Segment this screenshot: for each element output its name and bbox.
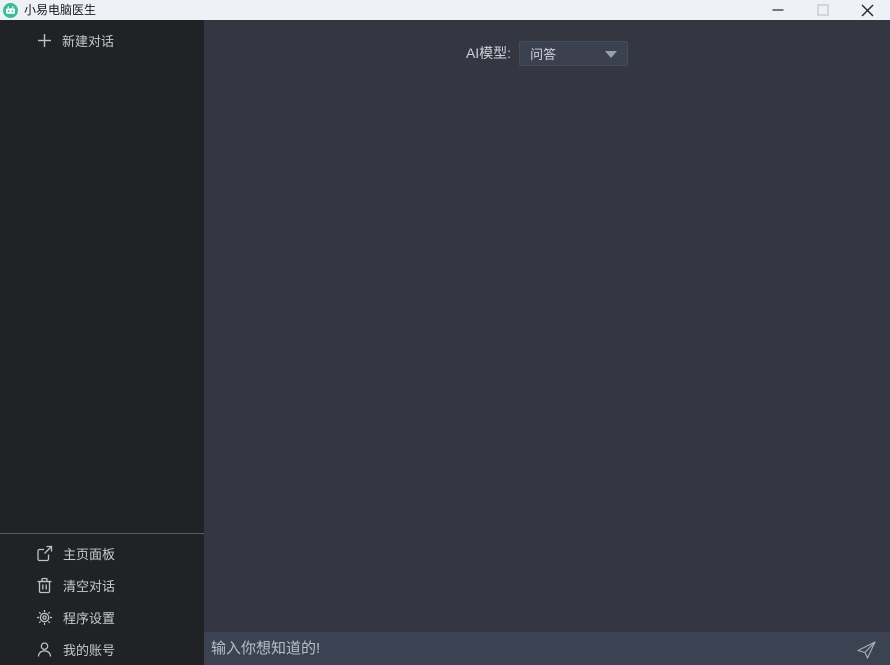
chat-message-area (204, 66, 890, 632)
sidebar-item-clear-chat[interactable]: 清空对话 (0, 569, 204, 601)
send-button[interactable] (854, 637, 878, 661)
new-chat-button[interactable]: 新建对话 (0, 20, 204, 60)
sidebar: 新建对话 主页面板 清空对话 (0, 20, 204, 665)
chevron-down-icon (605, 51, 617, 58)
external-link-icon (36, 545, 53, 562)
paper-plane-icon (855, 638, 877, 660)
robot-face-icon (3, 3, 18, 18)
composer-bar (204, 632, 890, 665)
sidebar-item-settings[interactable]: 程序设置 (0, 601, 204, 633)
user-icon (36, 641, 53, 658)
close-icon (861, 4, 874, 17)
sidebar-menu: 主页面板 清空对话 (0, 534, 204, 665)
sidebar-spacer (0, 60, 204, 533)
window-title: 小易电脑医生 (24, 0, 96, 20)
sidebar-item-label: 清空对话 (63, 576, 115, 595)
maximize-button[interactable] (800, 0, 845, 20)
model-label: AI模型: (466, 43, 511, 63)
maximize-icon (817, 4, 829, 16)
titlebar: 小易电脑医生 (0, 0, 890, 20)
model-dropdown[interactable]: 问答 (519, 41, 628, 66)
model-dropdown-value: 问答 (530, 44, 556, 63)
new-chat-label: 新建对话 (62, 31, 114, 50)
minimize-button[interactable] (755, 0, 800, 20)
close-button[interactable] (845, 0, 890, 20)
composer-input[interactable] (208, 632, 854, 665)
trash-icon (36, 577, 53, 594)
minimize-icon (772, 4, 784, 16)
sidebar-item-label: 我的账号 (63, 640, 115, 659)
sidebar-item-home-panel[interactable]: 主页面板 (0, 537, 204, 569)
window-controls (755, 0, 890, 20)
model-row: AI模型: 问答 (204, 40, 890, 66)
sidebar-item-my-account[interactable]: 我的账号 (0, 633, 204, 665)
main-panel: AI模型: 问答 (204, 20, 890, 665)
sidebar-item-label: 程序设置 (63, 608, 115, 627)
app-body: 新建对话 主页面板 清空对话 (0, 20, 890, 665)
sidebar-item-label: 主页面板 (63, 544, 115, 563)
plus-icon (37, 33, 52, 48)
gear-icon (36, 609, 53, 626)
